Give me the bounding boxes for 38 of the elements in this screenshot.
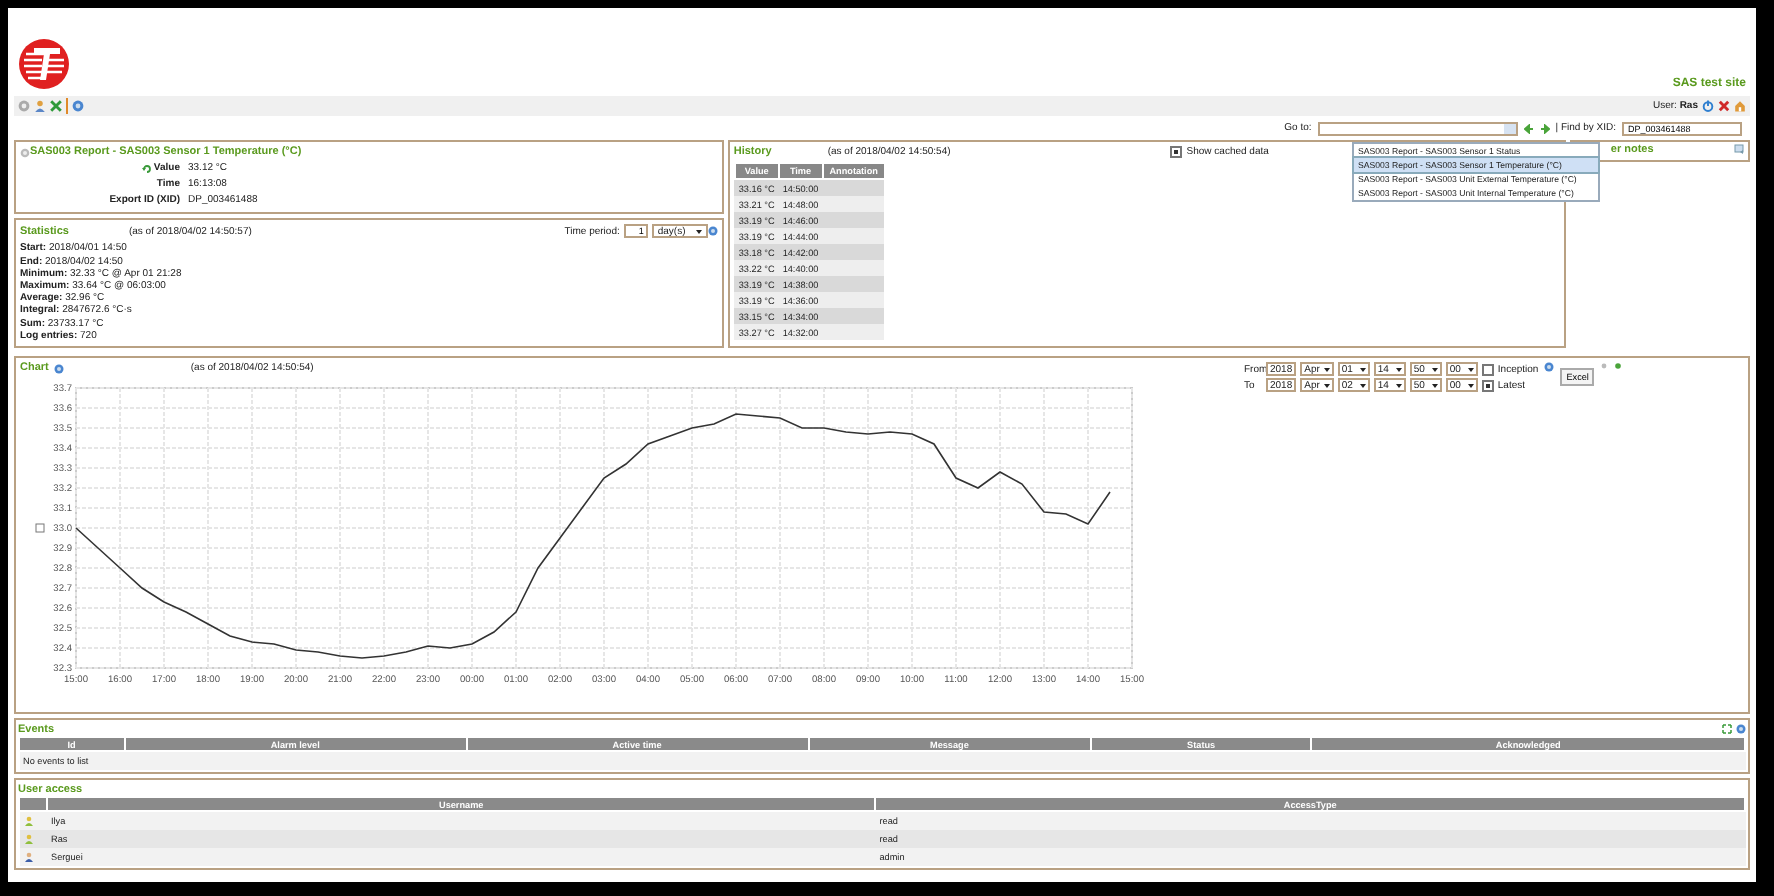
cross-icon[interactable]	[50, 100, 62, 112]
checkbox[interactable]	[1170, 146, 1183, 158]
logo-icon	[18, 36, 70, 92]
help-icon[interactable]	[1736, 724, 1746, 734]
note-icon[interactable]	[1734, 144, 1744, 154]
refresh-icon[interactable]	[141, 163, 152, 173]
caret-icon	[1323, 367, 1330, 371]
home-icon[interactable]	[1734, 100, 1746, 112]
help-icon[interactable]	[54, 363, 65, 373]
caret-icon	[1431, 367, 1438, 371]
leaf-icon[interactable]	[1614, 362, 1623, 370]
user-icon	[23, 834, 33, 844]
caret-icon	[1431, 383, 1438, 387]
help-icon[interactable]	[72, 100, 84, 112]
checkbox[interactable]	[1481, 379, 1494, 391]
series-toggle[interactable]	[35, 523, 45, 533]
expand-icon[interactable]	[1722, 724, 1732, 734]
user-icon	[23, 816, 33, 826]
caret-icon	[1395, 383, 1402, 387]
caret-icon	[1395, 367, 1402, 371]
caret-icon	[1359, 383, 1366, 387]
caret-icon	[1359, 367, 1366, 371]
caret-icon	[1467, 383, 1474, 387]
info-icon[interactable]	[1544, 362, 1555, 372]
close-icon[interactable]	[1718, 100, 1730, 112]
point-icon	[20, 147, 30, 157]
caret-icon	[1467, 367, 1474, 371]
admin-user-icon	[23, 852, 33, 862]
power-icon[interactable]	[1702, 100, 1714, 112]
goto-select[interactable]	[1317, 121, 1518, 135]
next-arrow-icon[interactable]	[1539, 123, 1550, 133]
previous-arrow-icon[interactable]	[1523, 123, 1534, 133]
caret-icon	[1323, 383, 1330, 387]
user-icon[interactable]	[34, 100, 46, 112]
checkbox[interactable]	[1481, 363, 1494, 375]
info-icon[interactable]	[707, 226, 718, 237]
settings-icon[interactable]	[18, 100, 30, 112]
caret-icon	[695, 229, 702, 234]
